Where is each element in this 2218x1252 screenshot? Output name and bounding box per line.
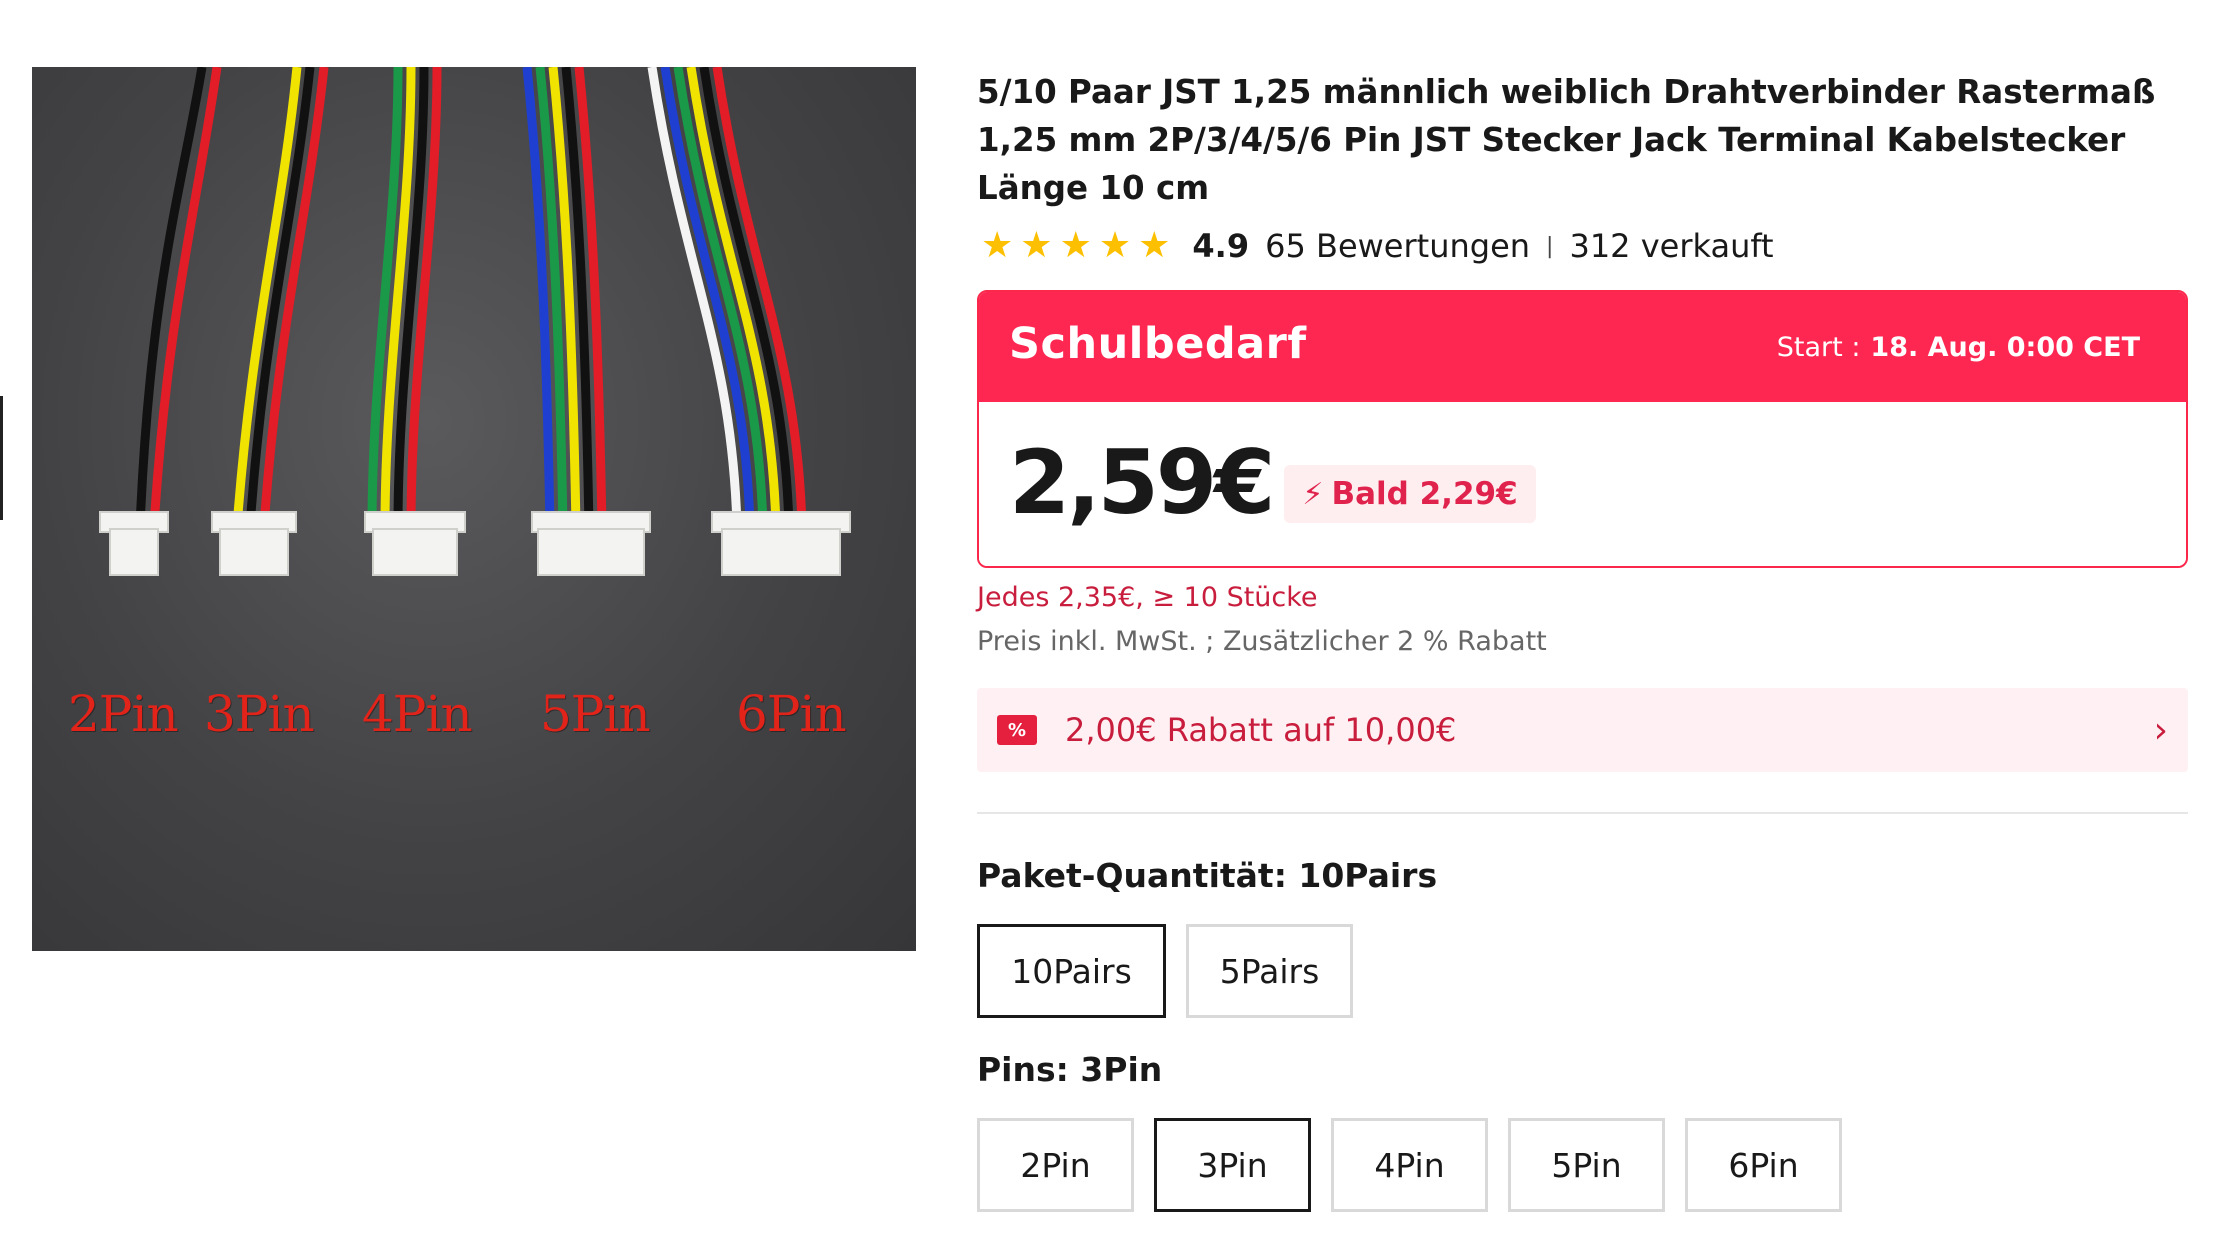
image-caption-4pin: 4Pin [362, 685, 473, 743]
upcoming-price-badge: ⚡ Bald 2,29€ [1284, 465, 1536, 523]
product-title: 5/10 Paar JST 1,25 männlich weiblich Dra… [977, 73, 2156, 207]
sold-count: 312 verkauft [1569, 227, 1774, 265]
rating-row: ★ ★ ★ ★ ★ 4.9 65 Bewertungen | 312 verka… [977, 226, 2188, 266]
star-icon: ★ [1138, 225, 1171, 266]
quantity-option-5pairs[interactable]: 5Pairs [1186, 924, 1353, 1018]
star-icon: ★ [1098, 225, 1132, 266]
separator: | [1546, 233, 1554, 259]
coupon-text: 2,00€ Rabatt auf 10,00€ [1065, 711, 1457, 749]
promo-body: 2,59€ ⚡ Bald 2,29€ [979, 402, 2186, 566]
product-image[interactable]: 2Pin 3Pin 4Pin 5Pin 6Pin [32, 67, 916, 951]
wires-6pin [647, 67, 807, 528]
bulk-price-note: Jedes 2,35€, ≥ 10 Stücke [977, 582, 1318, 613]
wires-5pin [522, 67, 607, 528]
promo-start-label: Start : [1776, 331, 1861, 363]
review-count-link[interactable]: 65 Bewertungen [1265, 227, 1530, 265]
star-icon: ★ [1020, 225, 1053, 266]
promo-start-value: 18. Aug. 0:00 CET [1870, 331, 2140, 363]
wires-2pin [135, 67, 222, 528]
chevron-right-icon: › [2153, 709, 2168, 751]
cable-illustration [99, 67, 851, 576]
quantity-options: 10Pairs 5Pairs [977, 924, 2188, 1018]
coupon-icon: % [997, 715, 1037, 745]
coupon-banner[interactable]: % 2,00€ Rabatt auf 10,00€ › [977, 688, 2188, 772]
promo-name: Schulbedarf [1009, 319, 1307, 369]
current-price: 2,59€ [1009, 430, 1275, 534]
rating-value: 4.9 [1192, 227, 1250, 265]
lightning-icon: ⚡ [1302, 476, 1324, 512]
image-caption-5pin: 5Pin [540, 685, 651, 743]
product-info: 5/10 Paar JST 1,25 männlich weiblich Dra… [977, 68, 2188, 1212]
wires-4pin [367, 67, 442, 528]
divider [977, 812, 2188, 814]
star-icon: ★ [1059, 225, 1092, 266]
pins-options: 2Pin 3Pin 4Pin 5Pin 6Pin [977, 1118, 2188, 1212]
pin-option-2pin[interactable]: 2Pin [977, 1118, 1134, 1212]
image-caption-3pin: 3Pin [204, 685, 315, 743]
pin-option-5pin[interactable]: 5Pin [1508, 1118, 1665, 1212]
star-rating: ★ ★ ★ ★ ★ [981, 226, 1170, 266]
promo-box: Schulbedarf Start : 18. Aug. 0:00 CET 2,5… [977, 290, 2188, 568]
image-caption-6pin: 6Pin [736, 685, 847, 743]
quantity-option-10pairs[interactable]: 10Pairs [977, 924, 1166, 1018]
wires-3pin [232, 67, 329, 528]
star-icon: ★ [981, 225, 1014, 266]
left-edge-indicator [0, 396, 3, 520]
tax-note: Preis inkl. MwSt. ; Zusätzlicher 2 % Rab… [977, 626, 1547, 657]
promo-start: Start : 18. Aug. 0:00 CET [1777, 332, 2140, 363]
pin-option-6pin[interactable]: 6Pin [1685, 1118, 1842, 1212]
image-caption-2pin: 2Pin [68, 685, 179, 743]
pin-option-3pin[interactable]: 3Pin [1154, 1118, 1311, 1212]
upcoming-price: Bald 2,29€ [1331, 476, 1518, 512]
connectors [99, 511, 851, 576]
product-page: 2Pin 3Pin 4Pin 5Pin 6Pin 5/10 Paar JST 1… [0, 0, 2218, 1252]
promo-header: Schulbedarf Start : 18. Aug. 0:00 CET [979, 292, 2186, 402]
pin-option-4pin[interactable]: 4Pin [1331, 1118, 1488, 1212]
pins-label: Pins: 3Pin [977, 1050, 1163, 1089]
quantity-label: Paket-Quantität: 10Pairs [977, 856, 1438, 895]
